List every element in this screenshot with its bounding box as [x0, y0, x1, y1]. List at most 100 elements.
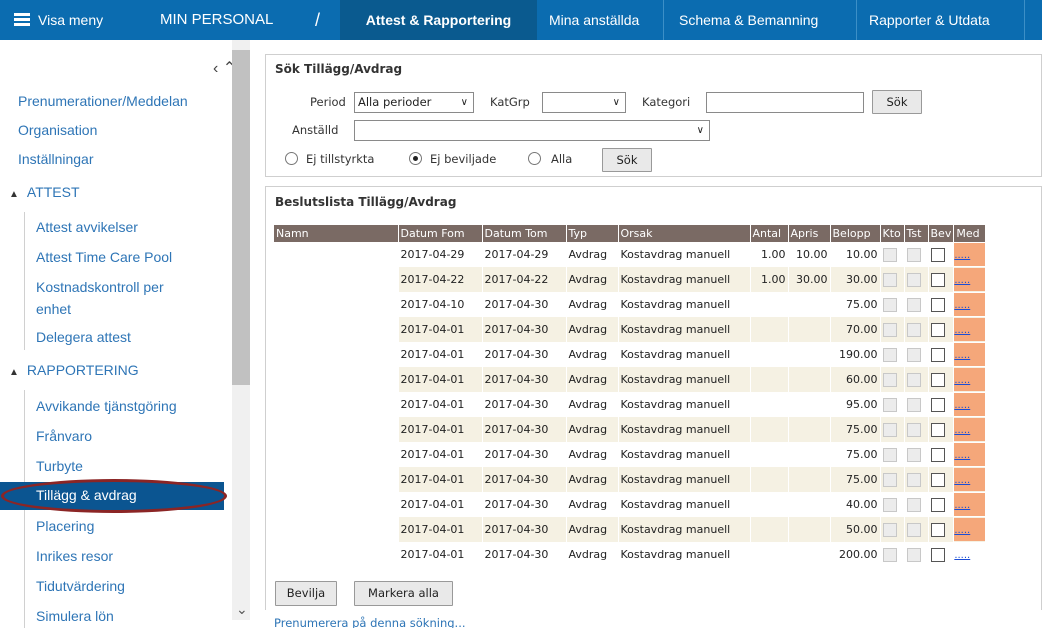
med-link[interactable]: .....	[954, 493, 986, 516]
radio-alla[interactable]	[528, 152, 541, 165]
scrollbar-thumb[interactable]	[232, 50, 250, 385]
radio-label-ej-tillstyrkta[interactable]: Ej tillstyrkta	[306, 152, 374, 166]
kto-checkbox	[882, 497, 897, 512]
cell-typ: Avdrag	[566, 467, 619, 492]
sidebar-item-placering[interactable]: Placering	[36, 515, 94, 537]
col-apris[interactable]: Apris	[788, 225, 831, 242]
table-row: 2017-04-01 2017-04-30 Avdrag Kostavdrag man…	[274, 442, 987, 467]
med-link[interactable]: .....	[954, 368, 986, 391]
search-button-2[interactable]: Sök	[602, 148, 652, 172]
bev-checkbox[interactable]	[930, 322, 945, 337]
approve-button[interactable]: Bevilja	[275, 581, 337, 606]
col-datum-tom[interactable]: Datum Tom	[482, 225, 567, 242]
sidebar-item-attest-avvikelser[interactable]: Attest avvikelser	[36, 216, 138, 238]
kto-checkbox	[882, 547, 897, 562]
mark-all-button[interactable]: Markera alla	[354, 581, 453, 606]
tab-rapporter-utdata[interactable]: Rapporter & Utdata	[869, 0, 990, 40]
bev-checkbox[interactable]	[930, 422, 945, 437]
bev-checkbox[interactable]	[930, 447, 945, 462]
cell-belopp: 95.00	[830, 392, 881, 417]
cell-tst	[904, 292, 929, 317]
bev-checkbox[interactable]	[930, 372, 945, 387]
cell-orsak: Kostavdrag manuell	[618, 467, 751, 492]
bev-checkbox[interactable]	[930, 547, 945, 562]
kategori-input[interactable]	[706, 92, 864, 113]
bev-checkbox[interactable]	[930, 397, 945, 412]
sidebar-header-attest[interactable]: ▲ ATTEST	[9, 184, 80, 200]
cell-namn	[274, 292, 399, 317]
show-menu-button[interactable]: Visa meny	[14, 0, 103, 40]
cell-antal	[750, 317, 789, 342]
sidebar-item-subscriptions[interactable]: Prenumerationer/Meddelan	[18, 93, 188, 109]
col-antal[interactable]: Antal	[750, 225, 789, 242]
sidebar-item-attest-time-care-pool[interactable]: Attest Time Care Pool	[36, 246, 172, 268]
med-link[interactable]: .....	[954, 268, 986, 291]
cell-belopp: 50.00	[830, 517, 881, 542]
bev-checkbox[interactable]	[930, 247, 945, 262]
search-button[interactable]: Sök	[872, 90, 922, 114]
med-link[interactable]: .....	[954, 418, 986, 441]
radio-ej-beviljade[interactable]	[409, 152, 422, 165]
col-datum-fom[interactable]: Datum Fom	[398, 225, 483, 242]
med-link[interactable]: .....	[954, 543, 985, 566]
cell-datum-fom: 2017-04-29	[398, 242, 483, 267]
katgrp-label: KatGrp	[490, 95, 530, 109]
sidebar-scrollbar[interactable]: ⌄	[232, 40, 250, 620]
cell-namn	[274, 317, 399, 342]
sidebar-item-delegera-attest[interactable]: Delegera attest	[36, 326, 131, 348]
bev-checkbox[interactable]	[930, 297, 945, 312]
tab-attest-rapportering[interactable]: Attest & Rapportering	[340, 0, 537, 40]
med-link[interactable]: .....	[954, 243, 986, 266]
subscribe-link[interactable]: Prenumerera på denna sökning...	[274, 616, 466, 628]
cell-apris	[788, 367, 831, 392]
cell-med: .....	[953, 317, 987, 342]
bev-checkbox[interactable]	[930, 472, 945, 487]
col-belopp[interactable]: Belopp	[830, 225, 881, 242]
sidebar-header-rapportering[interactable]: ▲ RAPPORTERING	[9, 362, 139, 378]
sidebar-item-franvaro[interactable]: Frånvaro	[36, 425, 92, 447]
col-typ[interactable]: Typ	[566, 225, 619, 242]
med-link[interactable]: .....	[954, 468, 986, 491]
cell-antal	[750, 342, 789, 367]
med-link[interactable]: .....	[954, 343, 986, 366]
bev-checkbox[interactable]	[930, 522, 945, 537]
cell-typ: Avdrag	[566, 342, 619, 367]
kto-checkbox	[882, 247, 897, 262]
katgrp-select[interactable]: ∨	[542, 92, 626, 113]
radio-ej-tillstyrkta[interactable]	[285, 152, 298, 165]
section-title[interactable]: MIN PERSONAL	[160, 0, 273, 40]
chevron-down-icon[interactable]: ⌄	[236, 601, 248, 618]
kto-checkbox	[882, 347, 897, 362]
cell-kto	[880, 442, 905, 467]
chevron-left-icon[interactable]: ‹	[213, 60, 218, 77]
col-namn[interactable]: Namn	[274, 225, 399, 242]
med-link[interactable]: .....	[954, 518, 986, 541]
bev-checkbox[interactable]	[930, 272, 945, 287]
tab-mina-anstallda[interactable]: Mina anställda	[549, 0, 639, 40]
sidebar-item-turbyte[interactable]: Turbyte	[36, 455, 83, 477]
sidebar-item-avvikande-tjanstgoring[interactable]: Avvikande tjänstgöring	[36, 395, 177, 417]
sidebar-item-inrikes-resor[interactable]: Inrikes resor	[36, 545, 113, 567]
cell-kto	[880, 317, 905, 342]
med-link[interactable]: .....	[954, 318, 986, 341]
cell-tst	[904, 242, 929, 267]
med-link[interactable]: .....	[954, 293, 986, 316]
anstalld-select[interactable]: ∨	[354, 120, 710, 141]
sidebar-item-organisation[interactable]: Organisation	[18, 122, 97, 138]
bev-checkbox[interactable]	[930, 347, 945, 362]
radio-label-alla[interactable]: Alla	[551, 152, 572, 166]
sidebar-item-simulera-lon[interactable]: Simulera lön	[36, 605, 114, 627]
sidebar-item-kostnadskontroll-line2[interactable]: enhet	[36, 298, 71, 320]
sidebar-item-settings[interactable]: Inställningar	[18, 151, 94, 167]
chevron-down-icon: ∨	[696, 125, 704, 136]
sidebar-item-kostnadskontroll[interactable]: Kostnadskontroll per	[36, 276, 164, 298]
cell-belopp: 40.00	[830, 492, 881, 517]
bev-checkbox[interactable]	[930, 497, 945, 512]
tab-schema-bemanning[interactable]: Schema & Bemanning	[679, 0, 818, 40]
med-link[interactable]: .....	[954, 443, 986, 466]
period-select[interactable]: Alla perioder ∨	[354, 92, 474, 113]
sidebar-item-tidutvardering[interactable]: Tidutvärdering	[36, 575, 125, 597]
radio-label-ej-beviljade[interactable]: Ej beviljade	[430, 152, 496, 166]
col-orsak[interactable]: Orsak	[618, 225, 751, 242]
med-link[interactable]: .....	[954, 393, 986, 416]
